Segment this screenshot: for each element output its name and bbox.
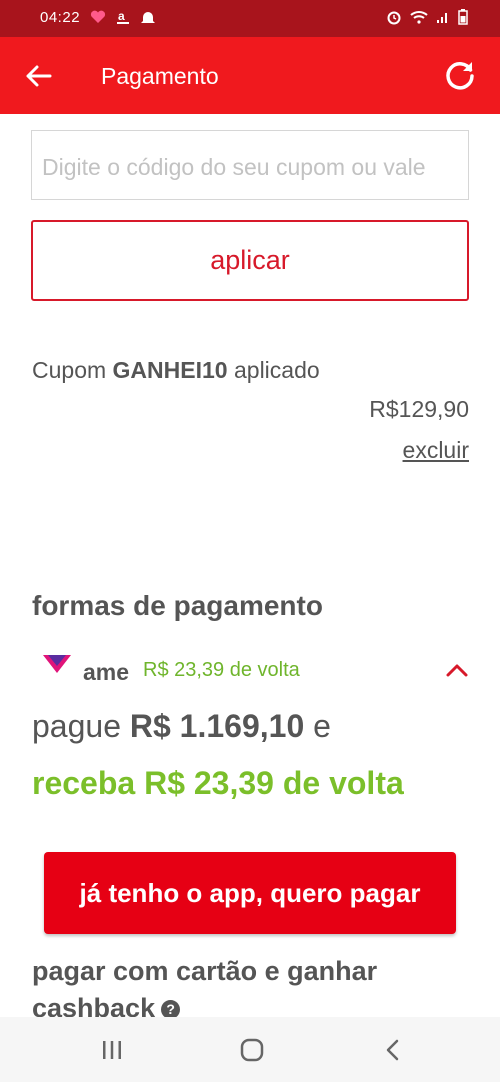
- signal-icon: [437, 13, 447, 23]
- coupon-applied-prefix: Cupom: [32, 357, 107, 383]
- status-right-icons: [386, 9, 468, 25]
- coupon-input[interactable]: Digite o código do seu cupom ou vale: [31, 130, 469, 200]
- chevron-up-icon[interactable]: [445, 661, 469, 679]
- page-title: Pagamento: [101, 63, 219, 89]
- coupon-applied-text: Cupom GANHEI10 aplicado: [32, 357, 320, 384]
- pay-prefix: pague: [32, 708, 121, 744]
- status-bar: 04:22 a: [0, 0, 500, 37]
- coupon-input-placeholder: Digite o código do seu cupom ou vale: [42, 154, 426, 180]
- wifi-icon: [410, 11, 428, 24]
- coupon-code: GANHEI10: [112, 357, 228, 383]
- ame-app-pay-button[interactable]: já tenho o app, quero pagar: [44, 852, 456, 934]
- home-icon[interactable]: [240, 1038, 264, 1062]
- pay-amount: R$ 1.169,10: [129, 708, 305, 744]
- app-bar: Pagamento: [0, 37, 500, 114]
- recents-icon[interactable]: [100, 1039, 124, 1061]
- refresh-icon[interactable]: [442, 57, 478, 93]
- status-left-icons: a: [90, 9, 156, 25]
- payment-methods-title: formas de pagamento: [32, 590, 323, 621]
- heart-icon: [90, 10, 106, 23]
- card-cashback-label: pagar com cartão e ganhar cashback: [32, 956, 378, 1023]
- receive-cashback-line: receba R$ 23,39 de volta: [32, 765, 404, 801]
- back-icon[interactable]: [383, 1038, 401, 1062]
- coupon-applied-suffix: aplicado: [233, 357, 320, 383]
- arrow-left-icon[interactable]: [22, 59, 56, 93]
- pay-amount-line: pague R$ 1.169,10 e: [32, 708, 331, 745]
- remove-coupon-link[interactable]: excluir: [403, 437, 469, 464]
- bell-icon: [141, 11, 155, 23]
- coupon-value: R$129,90: [369, 396, 469, 422]
- ame-payment-option[interactable]: ame R$ 23,39 de volta: [40, 651, 475, 691]
- ame-name: ame: [83, 659, 130, 685]
- ame-logo-icon: [43, 655, 71, 673]
- pay-suffix: e: [313, 708, 331, 744]
- card-cashback-option[interactable]: pagar com cartão e ganhar cashback?: [32, 953, 462, 1027]
- system-nav-bar: [0, 1017, 500, 1082]
- apply-coupon-button[interactable]: aplicar: [31, 220, 469, 301]
- battery-icon: [458, 9, 468, 25]
- svg-text:a: a: [118, 9, 125, 23]
- amazon-icon: a: [117, 9, 129, 24]
- ame-cashback-label: R$ 23,39 de volta: [143, 659, 300, 681]
- status-time: 04:22: [40, 9, 81, 26]
- alarm-icon: [387, 11, 401, 25]
